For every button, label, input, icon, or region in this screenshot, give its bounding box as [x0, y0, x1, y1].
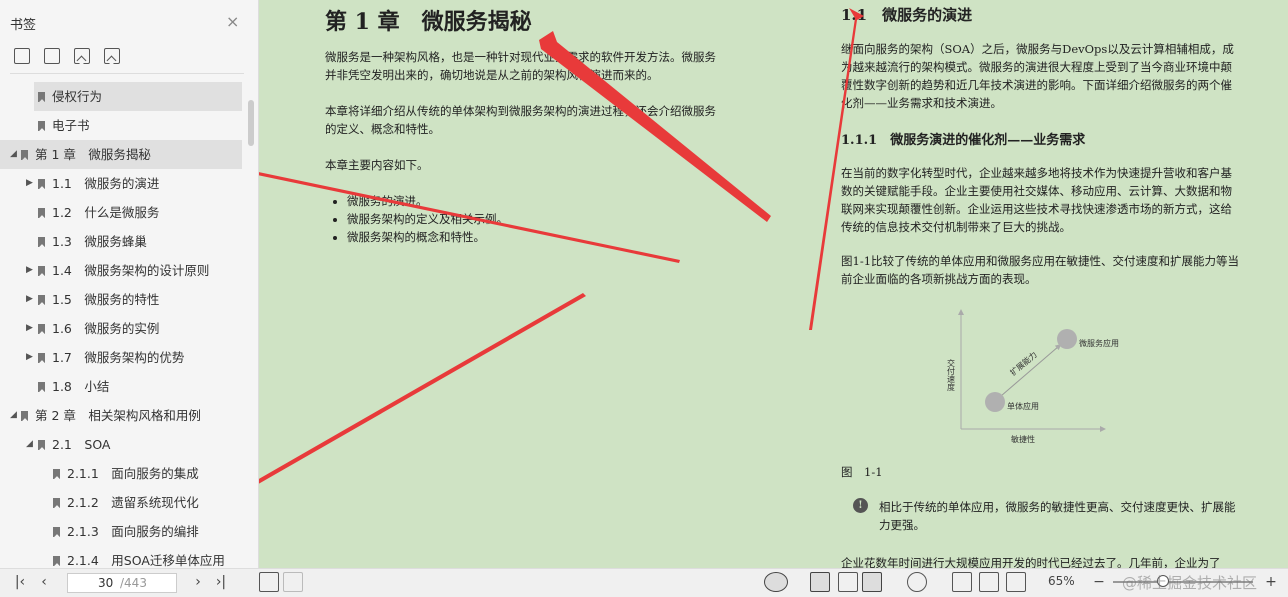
sidebar-item-label: 1.8 小结 [52, 379, 110, 394]
fit-width-icon[interactable] [1006, 572, 1026, 592]
sidebar-item[interactable]: 1.2 什么是微服务 [0, 198, 246, 227]
annotation-arrow [539, 31, 771, 222]
two-page-icon[interactable] [862, 572, 882, 592]
sidebar-scrollbar[interactable] [248, 100, 254, 146]
bookmark-icon [38, 208, 45, 218]
annotation-arrows [259, 8, 864, 484]
total-pages: /443 [120, 576, 147, 590]
bookmark-icon [53, 498, 60, 508]
bookmark-icon [38, 295, 45, 305]
expand-arrow-icon[interactable]: ▶ [26, 169, 33, 198]
sidebar-item[interactable]: 侵权行为 [34, 82, 242, 111]
expand-arrow-icon[interactable]: ▶ [26, 343, 33, 372]
next-page-button[interactable]: › [190, 572, 206, 592]
sidebar-item-label: 1.4 微服务架构的设计原则 [52, 263, 210, 278]
add-bookmark-icon[interactable] [74, 48, 90, 64]
bookmark-icon [38, 324, 45, 334]
zoom-out-button[interactable]: − [1092, 572, 1106, 592]
actual-size-icon[interactable] [952, 572, 972, 592]
sidebar-item[interactable]: ▶ 1.6 微服务的实例 [0, 314, 246, 343]
bookmark-icon [53, 527, 60, 537]
single-page-icon[interactable] [810, 572, 830, 592]
bookmark-icon [38, 237, 45, 247]
expand-arrow-icon[interactable]: ▶ [26, 285, 33, 314]
forward-icon[interactable] [283, 572, 303, 592]
fit-page-icon[interactable] [979, 572, 999, 592]
sidebar-item-label: 2.1.2 遗留系统现代化 [67, 495, 199, 510]
document-view[interactable]: 第 1 章 微服务揭秘 微服务是一种架构风格，也是一种针对现代业务需求的软件开发… [259, 0, 1288, 568]
sidebar-item[interactable]: ◢ 第 2 章 相关架构风格和用例 [0, 401, 246, 430]
sidebar-item[interactable]: 1.3 微服务蜂巢 [0, 227, 246, 256]
bookmark-icon [21, 150, 28, 160]
zoom-select[interactable]: 65% [1048, 574, 1075, 588]
sidebar-item-label: 第 2 章 相关架构风格和用例 [35, 408, 201, 423]
collapse-arrow-icon[interactable]: ◢ [10, 140, 17, 169]
sidebar-item[interactable]: ▶ 1.1 微服务的演进 [0, 169, 246, 198]
sidebar-item[interactable]: ▶ 1.5 微服务的特性 [0, 285, 246, 314]
last-page-button[interactable]: ›| [212, 572, 230, 592]
sidebar-item-label: 电子书 [52, 118, 90, 133]
bookmark-icon [21, 411, 28, 421]
bookmark-tree: 侵权行为 电子书 ◢ 第 1 章 微服务揭秘 ▶ 1.1 微服务的演进 1.2 什么是微服务… [0, 82, 246, 575]
watermark: @稀土掘金技术社区 [1122, 574, 1258, 592]
current-page: 30 [98, 576, 114, 590]
eye-protection-icon[interactable] [764, 572, 788, 592]
sidebar-item[interactable]: 1.8 小结 [0, 372, 246, 401]
previous-page-button[interactable]: ‹ [36, 572, 52, 592]
sidebar-item[interactable]: ▶ 1.4 微服务架构的设计原则 [0, 256, 246, 285]
sidebar-item-label: 1.3 微服务蜂巢 [52, 234, 147, 249]
sidebar-item[interactable]: 2.1.1 面向服务的集成 [0, 459, 246, 488]
annotation-arrow [259, 293, 586, 484]
sidebar-item[interactable]: ▶ 1.7 微服务架构的优势 [0, 343, 246, 372]
first-page-button[interactable]: |‹ [12, 572, 28, 592]
collapse-all-icon[interactable] [44, 48, 60, 64]
sidebar-item[interactable]: ◢ 第 1 章 微服务揭秘 [0, 140, 242, 169]
expand-arrow-icon[interactable]: ▶ [26, 256, 33, 285]
bookmark-icon [38, 353, 45, 363]
sidebar-item[interactable]: 2.1.3 面向服务的编排 [0, 517, 246, 546]
continuous-page-icon[interactable] [838, 572, 858, 592]
sidebar-item[interactable]: 2.1.2 遗留系统现代化 [0, 488, 246, 517]
divider [10, 73, 244, 74]
expand-arrow-icon[interactable]: ▶ [26, 314, 33, 343]
expand-all-icon[interactable] [14, 48, 30, 64]
sidebar-item-label: 2.1 SOA [52, 437, 111, 452]
sidebar-title: 书签 [10, 18, 37, 33]
bookmark-icon [53, 469, 60, 479]
bookmark-icon [38, 440, 45, 450]
bookmark-icon[interactable] [104, 48, 120, 64]
zoom-in-button[interactable]: + [1264, 572, 1278, 592]
sidebar-item-label: 2.1.1 面向服务的集成 [67, 466, 199, 481]
sidebar-item-label: 1.6 微服务的实例 [52, 321, 160, 336]
bookmark-icon [38, 121, 45, 131]
sidebar-item-label: 1.5 微服务的特性 [52, 292, 160, 307]
sidebar-item-label: 侵权行为 [52, 89, 103, 104]
bookmark-sidebar: 书签 × 侵权行为 电子书 ◢ 第 1 章 微服务揭秘 ▶ 1.1 微服务的演进 1.2 什… [0, 0, 259, 568]
bookmark-icon [53, 556, 60, 566]
sidebar-item-label: 2.1.3 面向服务的编排 [67, 524, 199, 539]
annotation-arrow [259, 172, 680, 263]
bookmark-icon [38, 179, 45, 189]
play-icon[interactable] [907, 572, 927, 592]
collapse-arrow-icon[interactable]: ◢ [26, 430, 33, 459]
sidebar-item-label: 1.1 微服务的演进 [52, 176, 160, 191]
bookmark-icon [38, 382, 45, 392]
sidebar-item-label: 第 1 章 微服务揭秘 [35, 147, 151, 162]
bookmark-icon [38, 266, 45, 276]
sidebar-item-label: 1.7 微服务架构的优势 [52, 350, 185, 365]
sidebar-item[interactable]: ◢ 2.1 SOA [0, 430, 246, 459]
bookmark-icon [38, 92, 45, 102]
annotation-arrow [809, 8, 864, 330]
sidebar-toolbar [14, 48, 120, 64]
back-icon[interactable] [259, 572, 279, 592]
sidebar-item-label: 1.2 什么是微服务 [52, 205, 160, 220]
sidebar-item[interactable]: 电子书 [0, 111, 246, 140]
close-icon[interactable]: × [226, 12, 239, 31]
collapse-arrow-icon[interactable]: ◢ [10, 401, 17, 430]
page-number-input[interactable]: 30 /443 [67, 573, 177, 593]
